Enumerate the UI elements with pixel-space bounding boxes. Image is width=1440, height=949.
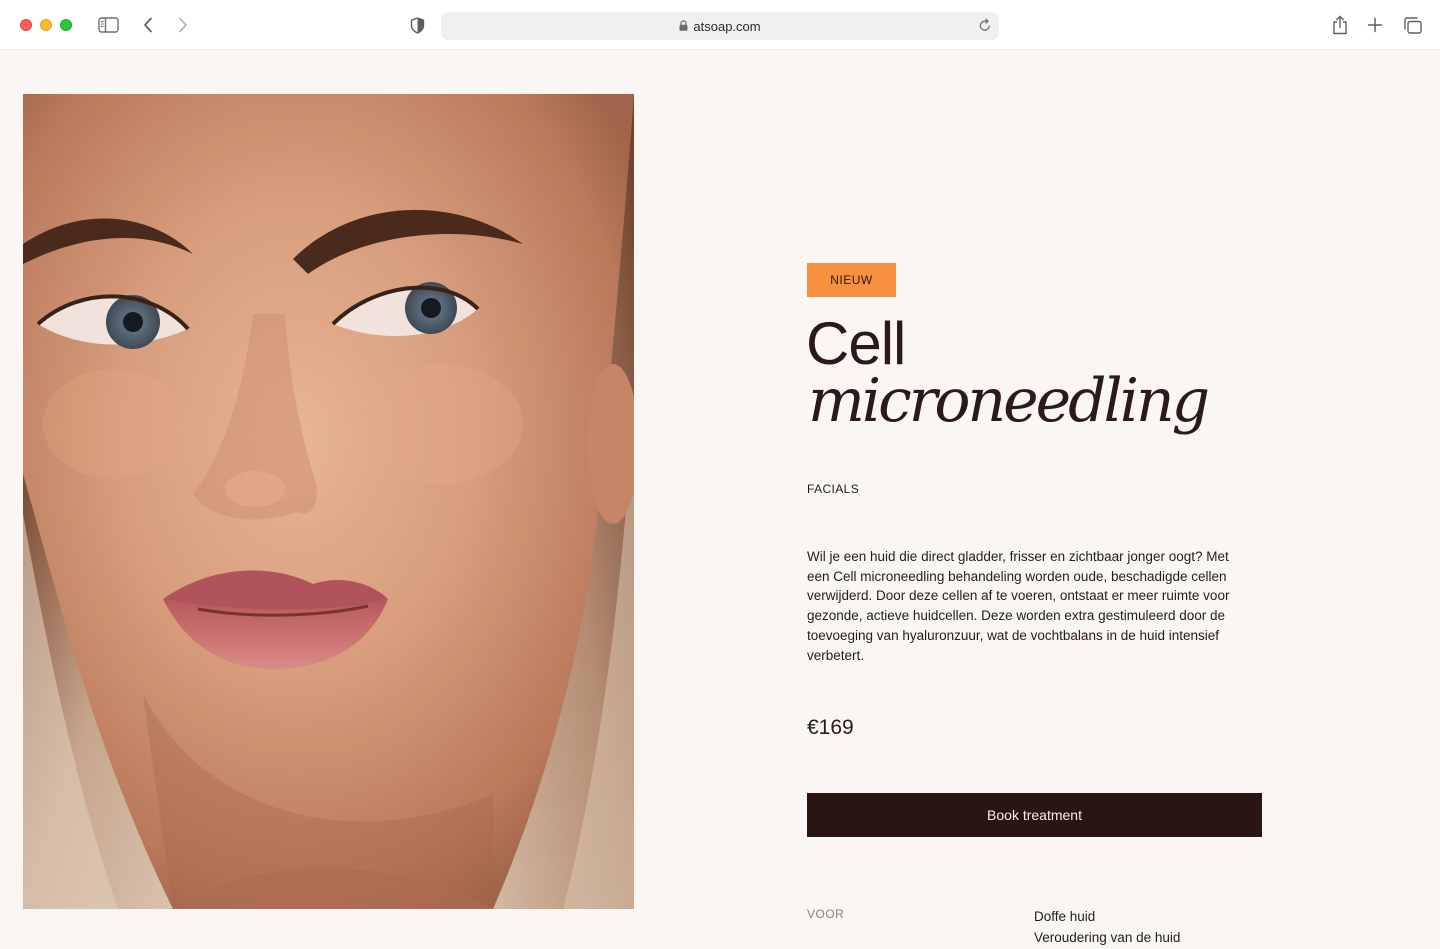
list-item: Veroudering van de huid	[1034, 930, 1181, 945]
tab-overview-icon[interactable]	[1402, 16, 1422, 34]
product-description: Wil je een huid die direct gladder, fris…	[807, 549, 1230, 663]
for-list: Doffe huid Veroudering van de huid	[1034, 906, 1180, 948]
shield-icon[interactable]	[408, 16, 426, 35]
page-content: NIEUW Cell microneedling FACIALS Wil je …	[0, 50, 1440, 949]
hero-portrait-image	[23, 94, 634, 909]
url-text: atsoap.com	[693, 18, 761, 34]
new-badge: NIEUW	[807, 263, 896, 297]
browser-toolbar: atsoap.com	[0, 0, 1440, 50]
chevron-left-icon[interactable]	[140, 16, 156, 34]
share-icon[interactable]	[1331, 14, 1349, 36]
product-price: €169	[807, 716, 854, 739]
category-label: FACIALS	[807, 482, 860, 496]
product-title-italic: microneedling	[808, 366, 1210, 436]
for-label: VOOR	[807, 907, 845, 921]
book-treatment-button[interactable]: Book treatment	[807, 793, 1262, 837]
plus-icon[interactable]	[1366, 16, 1384, 34]
lock-icon	[679, 19, 688, 34]
address-bar[interactable]: atsoap.com	[441, 12, 999, 40]
list-item: Doffe huid	[1034, 909, 1096, 924]
close-window-button[interactable]	[20, 19, 32, 31]
reload-icon[interactable]	[978, 18, 992, 38]
minimize-window-button[interactable]	[40, 19, 52, 31]
zoom-window-button[interactable]	[60, 19, 72, 31]
sidebar-icon[interactable]	[97, 16, 119, 34]
chevron-right-icon[interactable]	[175, 16, 191, 34]
